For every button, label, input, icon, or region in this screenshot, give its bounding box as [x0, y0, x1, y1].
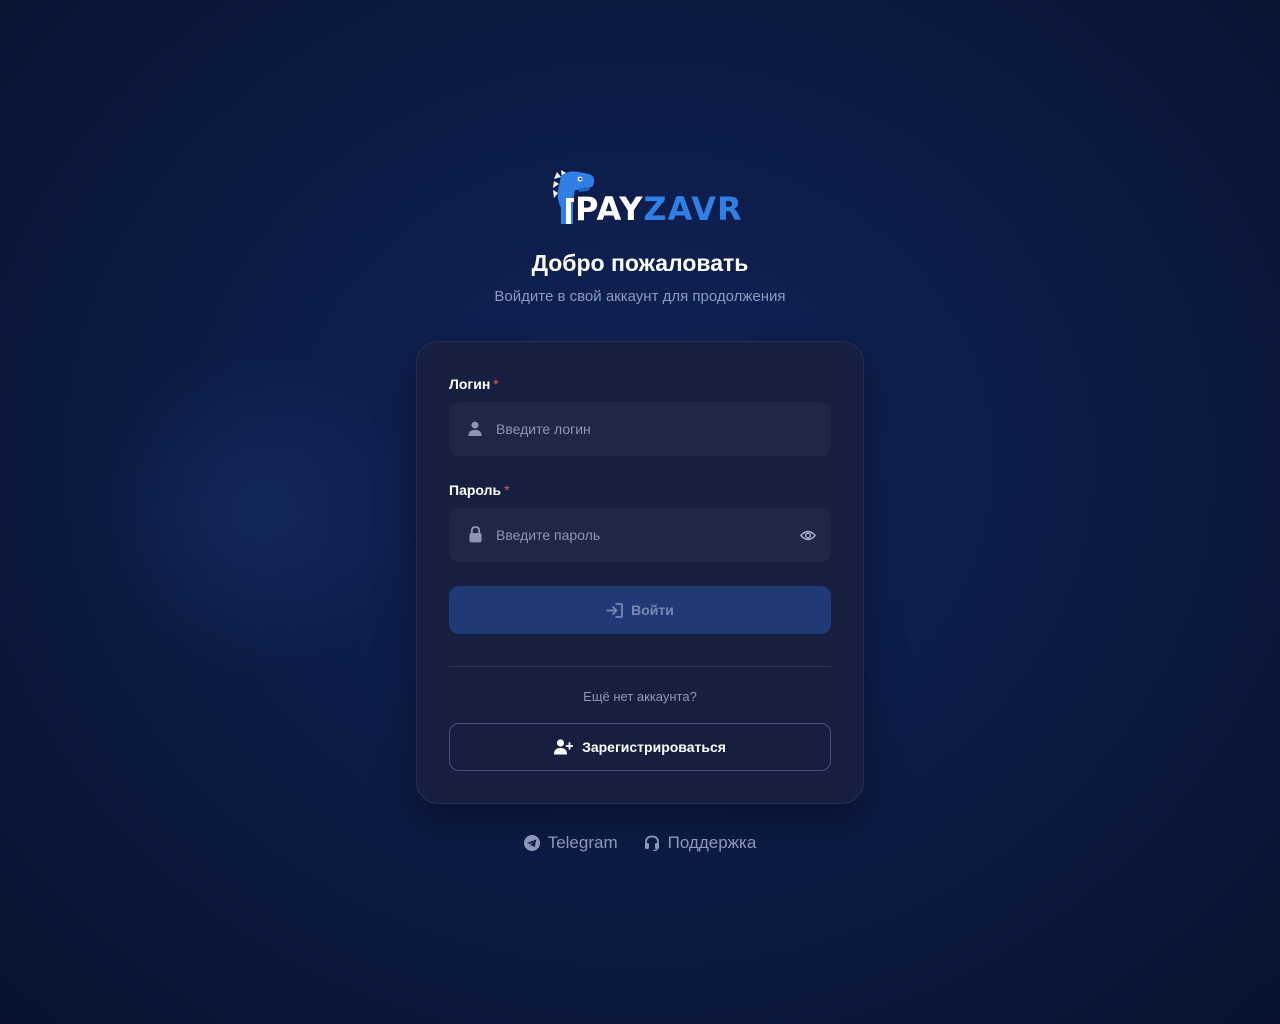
user-icon [468, 421, 482, 436]
telegram-link-label: Telegram [547, 833, 618, 852]
brand-wordmark: PAYZAVR [575, 190, 743, 228]
brand-name-part2: ZAVR [643, 190, 743, 228]
no-account-text: Ещё нет аккаунта? [583, 689, 697, 704]
footer-links: Telegram Поддержка [0, 833, 1280, 853]
password-input[interactable] [496, 508, 786, 562]
login-button-label: Войти [631, 602, 674, 618]
page-subtitle: Войдите в свой аккаунт для продолжения [494, 288, 786, 305]
password-label-text: Пароль [449, 482, 502, 498]
support-link[interactable]: Поддержка [644, 833, 757, 853]
required-mark: * [504, 482, 510, 498]
user-plus-icon [554, 739, 574, 755]
password-field[interactable] [449, 508, 831, 562]
support-link-label: Поддержка [667, 833, 757, 852]
register-button-label: Зарегистрироваться [582, 739, 726, 755]
headset-icon [644, 835, 659, 851]
register-button[interactable]: Зарегистрироваться [449, 723, 831, 771]
login-field[interactable] [449, 402, 831, 456]
telegram-link[interactable]: Telegram [523, 833, 618, 853]
login-label-text: Логин [449, 376, 491, 392]
password-label: Пароль * [449, 482, 510, 498]
telegram-icon [523, 835, 540, 851]
brand-name-part1: PAY [575, 190, 644, 228]
sign-in-icon [606, 602, 623, 618]
login-card: Логин* Пароль* Войти Ещё нет аккаунта? [416, 341, 864, 804]
lock-icon [469, 526, 482, 543]
page-title: Добро пожаловать [531, 250, 749, 276]
login-label: Логин * [449, 376, 499, 392]
required-mark: * [493, 376, 499, 392]
login-input[interactable] [496, 402, 786, 456]
login-button[interactable]: Войти [449, 586, 831, 634]
eye-icon[interactable] [800, 529, 816, 542]
divider [449, 666, 831, 667]
